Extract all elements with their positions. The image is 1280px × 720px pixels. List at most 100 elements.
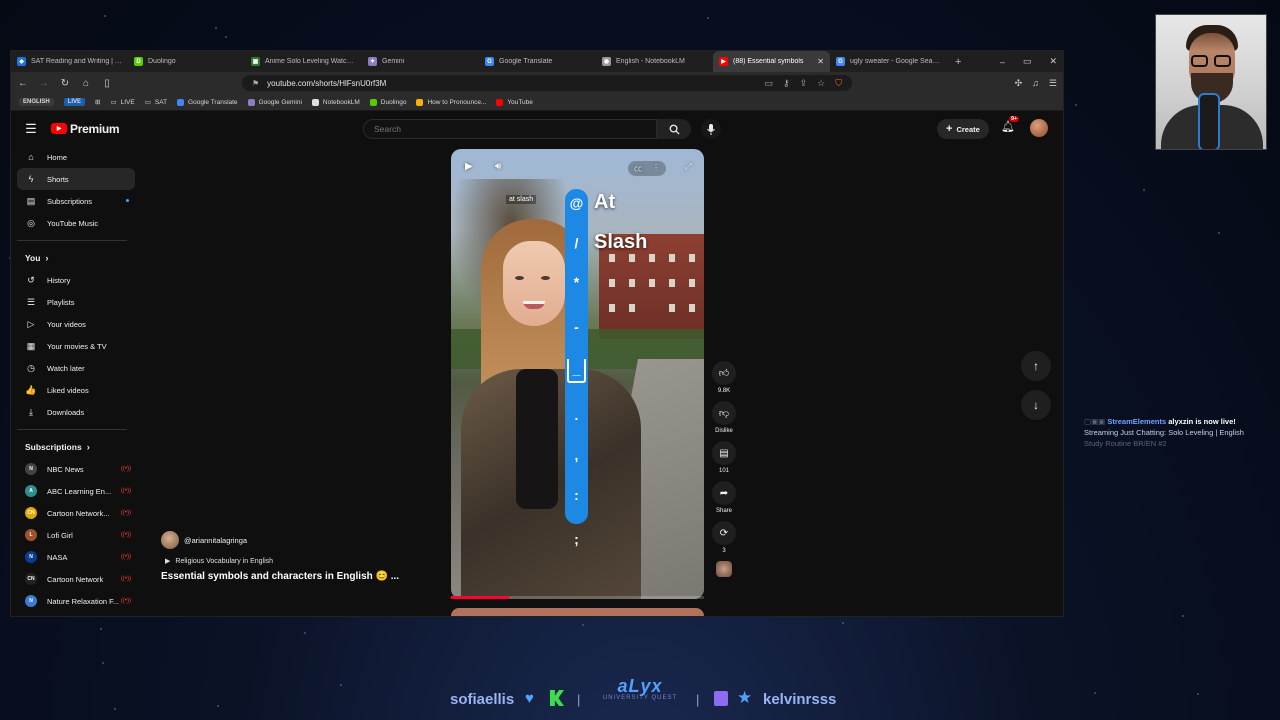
sidebar-item-label: Watch later: [47, 363, 85, 373]
new-tab-button[interactable]: +: [947, 56, 969, 68]
playlist-name: Religious Vocabulary in English: [175, 557, 274, 565]
shorts-player[interactable]: ▶ 🔊︎ ㏄ ⋮ ⤢ at slash @ At / Slash * - _.,:;: [451, 149, 704, 599]
subscription-label: Cartoon Network...: [47, 508, 110, 518]
sidebar-item[interactable]: ▤ Subscriptions: [17, 190, 135, 212]
browser-tab[interactable]: D Duolingo: [128, 51, 245, 72]
bookmark-folder[interactable]: ▭ LIVE: [110, 98, 134, 107]
bookmark-favicon-icon: [177, 98, 185, 106]
remix-button[interactable]: ⟳: [712, 521, 736, 545]
browser-tab[interactable]: ◆ SAT Reading and Writing | Test: [11, 51, 128, 72]
sidebar-item[interactable]: ☰ Playlists: [17, 291, 135, 313]
sidebar-subscriptions-header[interactable]: Subscriptions ›: [17, 436, 135, 458]
bookmark-chip[interactable]: LIVE: [63, 98, 86, 106]
like-button[interactable]: 👍︎: [712, 361, 736, 385]
account-avatar[interactable]: [1030, 119, 1048, 137]
sidebar-item[interactable]: ⌂ Home: [17, 146, 135, 168]
next-short-preview[interactable]: [451, 608, 704, 616]
bookmark-link[interactable]: How to Pronounce...: [416, 98, 486, 106]
shield-icon[interactable]: ⛉: [835, 78, 842, 89]
bookmark-link[interactable]: Google Gemini: [247, 98, 302, 106]
subscriptions-label: Subscriptions: [25, 442, 82, 452]
bookmark-link[interactable]: NotebookLM: [311, 98, 360, 106]
bookmark-folder[interactable]: ▭ SAT: [144, 98, 167, 107]
reload-icon[interactable]: ↻: [59, 78, 71, 89]
sidebar-item[interactable]: ◎ YouTube Music: [17, 212, 135, 234]
more-options-icon[interactable]: ⋮: [652, 163, 660, 174]
subscription-item[interactable]: N NASA ((•)): [17, 546, 135, 568]
channel-name[interactable]: @ariannitalagringa: [184, 536, 247, 545]
bookmark-link[interactable]: Duolingo: [369, 98, 406, 106]
webcam-overlay: [1155, 14, 1267, 150]
sidebar-item[interactable]: ϟ Shorts: [17, 168, 135, 190]
bookmark-chip[interactable]: ENGLISH: [19, 98, 54, 106]
subscription-item[interactable]: L Lofi Girl ((•)): [17, 524, 135, 546]
menu-icon[interactable]: ☰: [1049, 78, 1057, 89]
star-icon[interactable]: ☆: [817, 78, 825, 89]
channel-avatar[interactable]: [161, 531, 179, 549]
close-tab-icon[interactable]: ✕: [817, 57, 824, 66]
extensions-icon[interactable]: ✣: [1015, 78, 1023, 89]
create-button[interactable]: + Create: [937, 119, 989, 139]
url-field[interactable]: ⚑ youtube.com/shorts/HlFsnU0rf3M ▭ ⚷ ⇪ ☆…: [242, 75, 852, 91]
channel-row[interactable]: @ariannitalagringa: [161, 531, 441, 549]
subscription-item[interactable]: CN Cartoon Network ((•)): [17, 568, 135, 590]
sidebar-toggle-icon[interactable]: ▯: [101, 78, 113, 89]
comments-button[interactable]: ▤: [712, 441, 736, 465]
browser-tab[interactable]: G Google Translate: [479, 51, 596, 72]
youtube-play-icon: ▶: [51, 123, 67, 134]
playlist-link[interactable]: ▶ Religious Vocabulary in English: [165, 557, 441, 566]
browser-tab[interactable]: ✦ Gemini: [362, 51, 479, 72]
key-icon[interactable]: ⚷: [783, 78, 790, 89]
sidebar-you-header[interactable]: You ›: [17, 247, 135, 269]
hamburger-menu-icon[interactable]: ☰: [11, 121, 51, 137]
browser-tab[interactable]: ◉ English - NotebookLM: [596, 51, 713, 72]
folder-icon: ▭: [144, 99, 151, 106]
sidebar-item[interactable]: ◷ Watch later: [17, 357, 135, 379]
captions-icon[interactable]: ㏄: [634, 163, 642, 174]
star-dot: [1217, 232, 1220, 235]
video-progress-bar[interactable]: [451, 596, 704, 599]
tab-favicon-icon: ▣: [251, 57, 260, 66]
thumbs-down-icon: 👎︎: [718, 408, 730, 419]
voice-search-button[interactable]: [701, 119, 721, 139]
minimize-button[interactable]: –: [1000, 57, 1005, 67]
back-icon[interactable]: ←: [17, 78, 29, 89]
sidebar-item[interactable]: ↺ History: [17, 269, 135, 291]
bookmark-link[interactable]: YouTube: [496, 98, 533, 106]
subscription-item[interactable]: N NBC News ((•)): [17, 458, 135, 480]
sidebar-item[interactable]: ⤓ Downloads: [17, 401, 135, 423]
maximize-button[interactable]: ▭: [1023, 56, 1032, 67]
sidebar-item[interactable]: ▷ Your videos: [17, 313, 135, 335]
bookmark-icon[interactable]: ⚑: [252, 79, 259, 88]
play-icon[interactable]: ▶: [465, 161, 473, 172]
search-input[interactable]: Search: [363, 119, 657, 139]
previous-short-button[interactable]: ↑: [1021, 351, 1051, 381]
browser-tab[interactable]: ▶ (88) Essential symbols ✕: [713, 51, 830, 72]
search-button[interactable]: [657, 119, 691, 139]
home-icon[interactable]: ⌂: [80, 78, 92, 89]
music-icon[interactable]: ♫: [1032, 78, 1039, 89]
subscription-item[interactable]: N Nature Relaxation F... ((•)): [17, 590, 135, 612]
sidebar-item[interactable]: 👍 Liked videos: [17, 379, 135, 401]
subscription-item[interactable]: CN Cartoon Network... ((•)): [17, 502, 135, 524]
browser-tab[interactable]: Gugly sweater - Google Search: [830, 51, 947, 72]
volume-icon[interactable]: 🔊︎: [495, 161, 501, 172]
browser-tab[interactable]: ▣ Anime Solo Leveling Watch On: [245, 51, 362, 72]
sidebar-item[interactable]: ▦ Your movies & TV: [17, 335, 135, 357]
forward-icon[interactable]: →: [38, 78, 50, 89]
microphone-icon: [1198, 93, 1220, 149]
sound-thumbnail[interactable]: [716, 561, 732, 577]
youtube-logo[interactable]: ▶ Premium: [51, 122, 120, 136]
subscription-item[interactable]: A ABC Learning En... ((•)): [17, 480, 135, 502]
close-window-button[interactable]: ✕: [1049, 56, 1057, 67]
fullscreen-icon[interactable]: ⤢: [685, 161, 692, 172]
share-button[interactable]: ➦: [712, 481, 736, 505]
sidebar-item-label: Your movies & TV: [47, 341, 107, 351]
apps-grid-icon[interactable]: ⊞: [95, 98, 100, 106]
notifications-button[interactable]: 🔔︎ 9+: [1001, 116, 1020, 133]
cast-icon[interactable]: ▭: [765, 78, 774, 89]
bookmark-link[interactable]: Google Translate: [177, 98, 238, 106]
dislike-button[interactable]: 👎︎: [712, 401, 736, 425]
share-page-icon[interactable]: ⇪: [800, 78, 808, 89]
next-short-button[interactable]: ↓: [1021, 390, 1051, 420]
